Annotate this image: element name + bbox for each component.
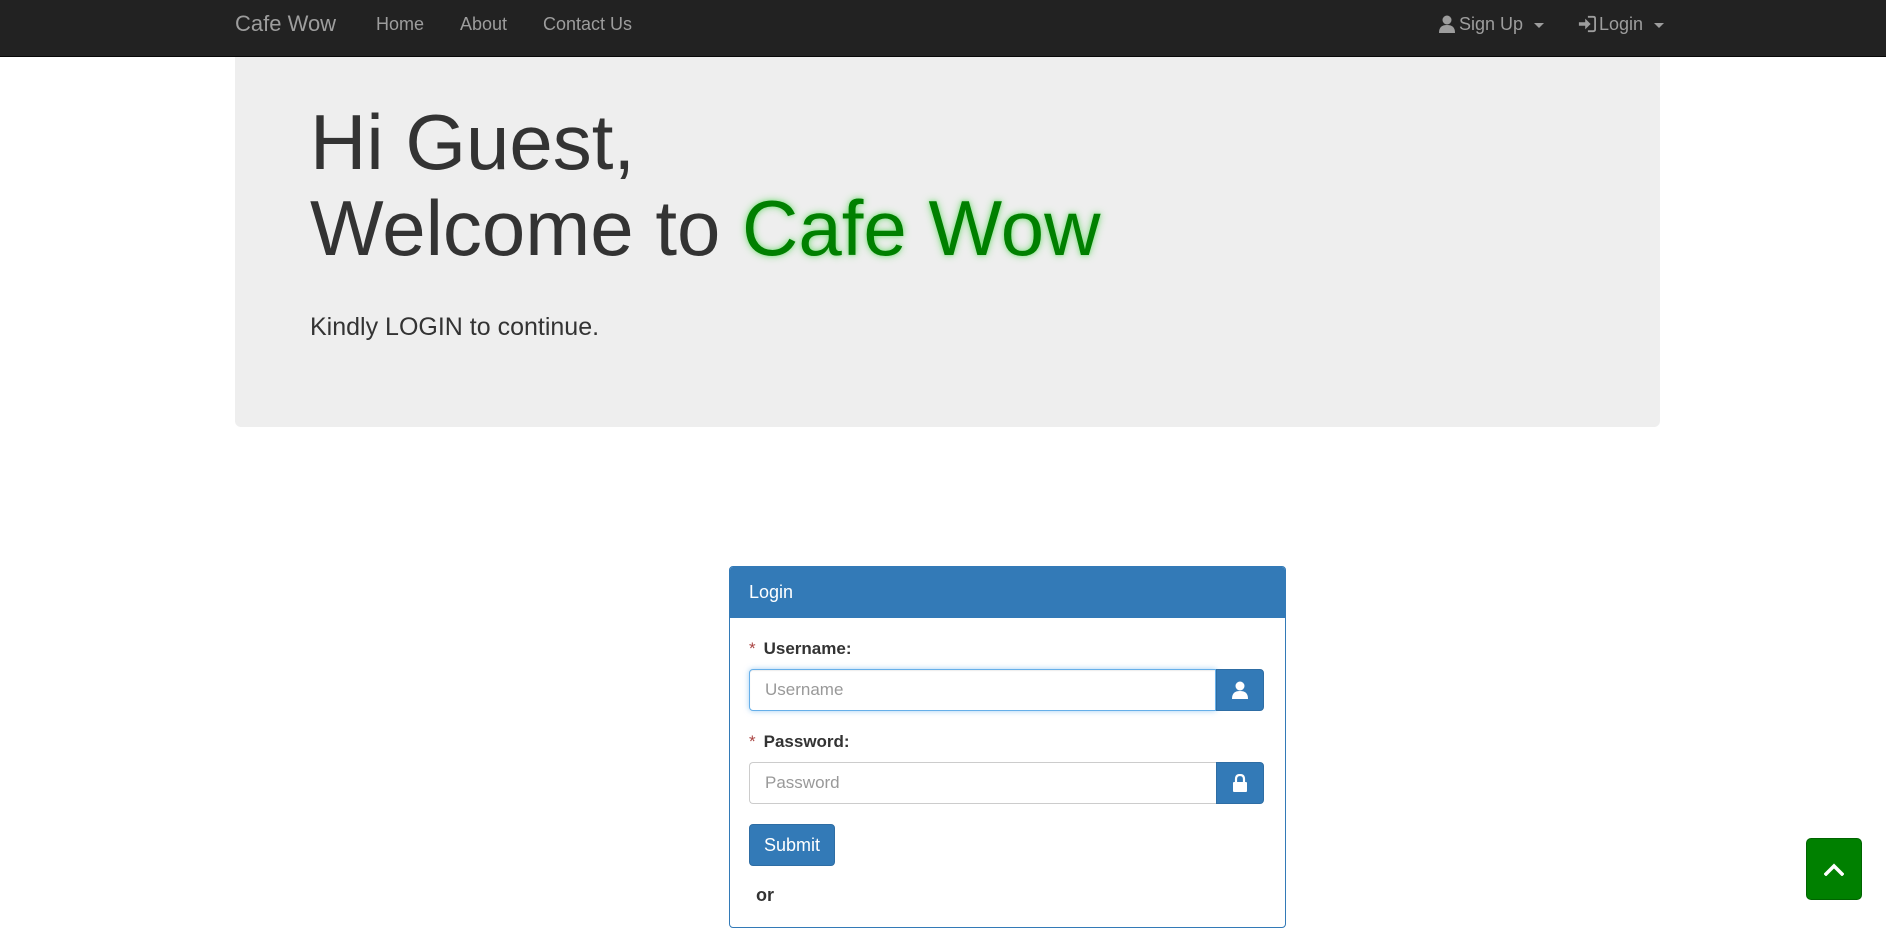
caret-down-icon bbox=[1534, 22, 1545, 28]
or-divider-text: or bbox=[756, 885, 774, 905]
username-label: * Username: bbox=[749, 639, 852, 659]
login-prompt: Kindly LOGIN to continue. bbox=[310, 313, 600, 341]
username-label-text: Username: bbox=[763, 639, 852, 658]
greeting-text: Hi Guest, bbox=[310, 98, 636, 186]
username-addon[interactable] bbox=[1216, 669, 1264, 711]
log-in-icon bbox=[1578, 15, 1596, 33]
submit-button[interactable]: Submit bbox=[749, 824, 836, 866]
password-addon[interactable] bbox=[1216, 762, 1264, 804]
signup-label: Sign Up bbox=[1459, 14, 1524, 34]
welcome-jumbotron: Hi Guest, Welcome to Cafe Wow Kindly LOG… bbox=[235, 57, 1660, 427]
username-input-group bbox=[749, 669, 1264, 711]
user-icon bbox=[1232, 681, 1248, 699]
username-input[interactable] bbox=[749, 669, 1216, 711]
caret-down-icon bbox=[1654, 22, 1665, 28]
required-marker: * bbox=[749, 639, 756, 658]
password-input-group bbox=[749, 762, 1264, 804]
login-dropdown[interactable]: Login bbox=[1578, 14, 1665, 34]
signup-dropdown[interactable]: Sign Up bbox=[1438, 14, 1545, 34]
login-panel: Login * Username: * Password: Submit or bbox=[729, 566, 1286, 928]
scroll-to-top-button[interactable] bbox=[1806, 838, 1862, 900]
password-input[interactable] bbox=[749, 762, 1216, 804]
password-label: * Password: bbox=[749, 732, 850, 752]
lock-icon bbox=[1233, 773, 1247, 792]
required-marker: * bbox=[749, 732, 756, 751]
user-icon bbox=[1439, 15, 1455, 33]
login-label: Login bbox=[1599, 14, 1644, 34]
welcome-prefix: Welcome to bbox=[310, 184, 743, 272]
nav-contact-link[interactable]: Contact Us bbox=[543, 14, 632, 34]
password-label-text: Password: bbox=[763, 732, 850, 751]
chevron-up-icon bbox=[1824, 863, 1844, 876]
brand-link[interactable]: Cafe Wow bbox=[235, 11, 336, 37]
welcome-heading: Hi Guest, Welcome to Cafe Wow bbox=[310, 99, 1100, 271]
login-panel-heading: Login bbox=[730, 567, 1285, 618]
nav-home-link[interactable]: Home bbox=[376, 14, 424, 34]
top-navbar: Cafe Wow Home About Contact Us Sign Up L… bbox=[0, 0, 1886, 57]
welcome-brand: Cafe Wow bbox=[742, 184, 1101, 272]
nav-about-link[interactable]: About bbox=[460, 14, 507, 34]
